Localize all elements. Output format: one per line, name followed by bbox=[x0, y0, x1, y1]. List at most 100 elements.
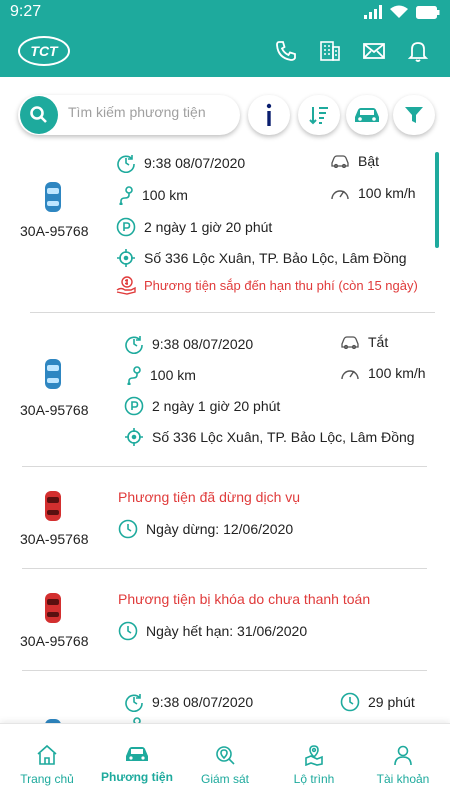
speed-row: 100 km/h bbox=[340, 365, 426, 381]
route-pin-icon bbox=[119, 186, 133, 205]
route-icon bbox=[305, 745, 323, 766]
nav-label: Trang chủ bbox=[20, 772, 74, 786]
building-icon[interactable] bbox=[318, 39, 342, 63]
nav-home[interactable]: Trang chủ bbox=[2, 744, 92, 786]
duration-text: 29 phút bbox=[368, 694, 415, 710]
parking-row: 2 ngày 1 giờ 20 phút bbox=[116, 217, 272, 237]
distance-text: 100 km bbox=[142, 187, 188, 203]
info-button[interactable] bbox=[248, 95, 290, 135]
nav-label: Tài khoản bbox=[376, 772, 430, 786]
filter-button[interactable] bbox=[393, 95, 435, 135]
phone-icon[interactable] bbox=[274, 39, 298, 63]
date-text: Ngày dừng: 12/06/2020 bbox=[146, 521, 294, 537]
nav-monitor[interactable]: Giám sát bbox=[180, 744, 270, 786]
route-pin-icon bbox=[127, 366, 141, 385]
search-button[interactable] bbox=[20, 96, 58, 134]
vehicle-card[interactable]: 30A-95768 9:38 08/07/2020 Tắt 100 km 100… bbox=[20, 314, 427, 467]
location-target-icon bbox=[125, 428, 143, 446]
status-bar: 9:27 bbox=[0, 0, 450, 25]
address-row: Số 336 Lộc Xuân, TP. Bảo Lộc, Lâm Đồng bbox=[124, 427, 415, 447]
speedometer-icon bbox=[341, 370, 359, 380]
datetime-text: 9:38 08/07/2020 bbox=[152, 336, 254, 352]
battery-icon bbox=[416, 5, 440, 19]
sort-button[interactable] bbox=[298, 95, 340, 135]
vehicle-status: Phương tiện đã dừng dịch vụ bbox=[118, 489, 301, 505]
fee-warning-row: Phương tiện sắp đến hạn thu phí (còn 15 … bbox=[116, 275, 418, 295]
nav-route[interactable]: Lộ trình bbox=[269, 744, 359, 786]
fee-icon bbox=[116, 276, 136, 295]
parking-row: 2 ngày 1 giờ 20 phút bbox=[124, 396, 280, 416]
vehicle-card[interactable]: 30A-95768 Phương tiện đã dừng dịch vụ Ng… bbox=[20, 468, 427, 569]
home-icon bbox=[37, 744, 57, 765]
fee-warning-text: Phương tiện sắp đến hạn thu phí (còn 15 … bbox=[144, 277, 418, 293]
speed-text: 100 km/h bbox=[358, 185, 416, 201]
status-row: Phương tiện đã dừng dịch vụ bbox=[118, 489, 300, 505]
date-text: Ngày hết hạn: 31/06/2020 bbox=[146, 623, 308, 639]
car-outline-icon bbox=[331, 155, 349, 168]
clock-icon bbox=[118, 621, 138, 641]
datetime-row: 9:38 08/07/2020 bbox=[116, 153, 245, 173]
speedometer-icon bbox=[331, 190, 349, 200]
search-input[interactable] bbox=[68, 104, 233, 120]
parking-icon bbox=[116, 217, 136, 237]
nav-vehicles[interactable]: Phương tiện bbox=[92, 744, 182, 784]
monitor-icon bbox=[216, 746, 235, 765]
sort-icon bbox=[309, 107, 328, 125]
engine-status: Bật bbox=[358, 153, 380, 169]
vehicle-list[interactable]: 30A-95768 9:38 08/07/2020 Bật 100 km 100… bbox=[0, 145, 450, 723]
location-target-icon bbox=[117, 249, 135, 267]
vehicle-status: Phương tiện bị khóa do chưa thanh toán bbox=[118, 591, 371, 607]
duration-row: 29 phút bbox=[340, 692, 415, 712]
search-row bbox=[18, 95, 438, 137]
vehicle-plate: 30A-95768 bbox=[20, 402, 89, 418]
address-row: Số 336 Lộc Xuân, TP. Bảo Lộc, Lâm Đồng bbox=[116, 248, 407, 268]
car-icon bbox=[126, 747, 148, 761]
mail-icon[interactable] bbox=[362, 39, 386, 63]
speed-row: 100 km/h bbox=[330, 185, 416, 201]
car-red-icon bbox=[45, 491, 61, 521]
engine-row: Tắt bbox=[340, 334, 388, 350]
parking-text: 2 ngày 1 giờ 20 phút bbox=[144, 219, 273, 235]
car-blue-icon bbox=[45, 359, 61, 389]
search-icon bbox=[30, 106, 47, 123]
app-bar: TCT bbox=[0, 25, 450, 77]
car-blue-icon bbox=[45, 182, 61, 212]
address-text: Số 336 Lộc Xuân, TP. Bảo Lộc, Lâm Đồng bbox=[144, 250, 407, 266]
distance-row: 100 km bbox=[124, 365, 196, 385]
clock-24-icon bbox=[125, 336, 143, 354]
vehicle-card[interactable]: 9:38 08/07/2020 29 phút bbox=[22, 672, 427, 723]
bell-icon[interactable] bbox=[406, 39, 430, 63]
info-icon bbox=[266, 103, 272, 126]
distance-row: 100 km bbox=[116, 185, 188, 205]
vehicle-card[interactable]: 30A-95768 9:38 08/07/2020 Bật 100 km 100… bbox=[20, 145, 435, 313]
vehicle-plate: 30A-95768 bbox=[20, 633, 89, 649]
clock-24-icon bbox=[117, 155, 135, 173]
clock-icon bbox=[118, 519, 138, 539]
car-red-icon bbox=[45, 593, 61, 623]
vehicle-plate: 30A-95768 bbox=[20, 223, 89, 239]
vehicle-plate: 30A-95768 bbox=[20, 531, 89, 547]
nav-label: Lộ trình bbox=[293, 772, 335, 786]
header-actions bbox=[274, 39, 430, 63]
car-view-button[interactable] bbox=[346, 95, 388, 135]
bottom-nav: Trang chủ Phương tiện Giám sát Lộ trình … bbox=[0, 723, 450, 800]
scrollbar[interactable] bbox=[435, 152, 439, 248]
clock-24-icon bbox=[125, 694, 143, 712]
address-text: Số 336 Lộc Xuân, TP. Bảo Lộc, Lâm Đồng bbox=[152, 429, 415, 445]
datetime-text: 9:38 08/07/2020 bbox=[144, 155, 246, 171]
account-icon bbox=[394, 745, 412, 766]
datetime-text: 9:38 08/07/2020 bbox=[152, 694, 254, 710]
date-row: Ngày hết hạn: 31/06/2020 bbox=[118, 621, 307, 641]
distance-text: 100 km bbox=[150, 367, 196, 383]
status-time: 9:27 bbox=[10, 3, 42, 20]
datetime-row: 9:38 08/07/2020 bbox=[124, 334, 253, 354]
nav-label: Phương tiện bbox=[101, 770, 173, 784]
status-row: Phương tiện bị khóa do chưa thanh toán bbox=[118, 591, 370, 607]
route-pin-icon bbox=[133, 717, 141, 723]
nav-account[interactable]: Tài khoản bbox=[358, 744, 448, 786]
engine-row: Bật bbox=[330, 153, 379, 169]
vehicle-card[interactable]: 30A-95768 Phương tiện bị khóa do chưa th… bbox=[20, 570, 427, 671]
speed-text: 100 km/h bbox=[368, 365, 426, 381]
date-row: Ngày dừng: 12/06/2020 bbox=[118, 519, 293, 539]
logo[interactable]: TCT bbox=[18, 36, 70, 66]
